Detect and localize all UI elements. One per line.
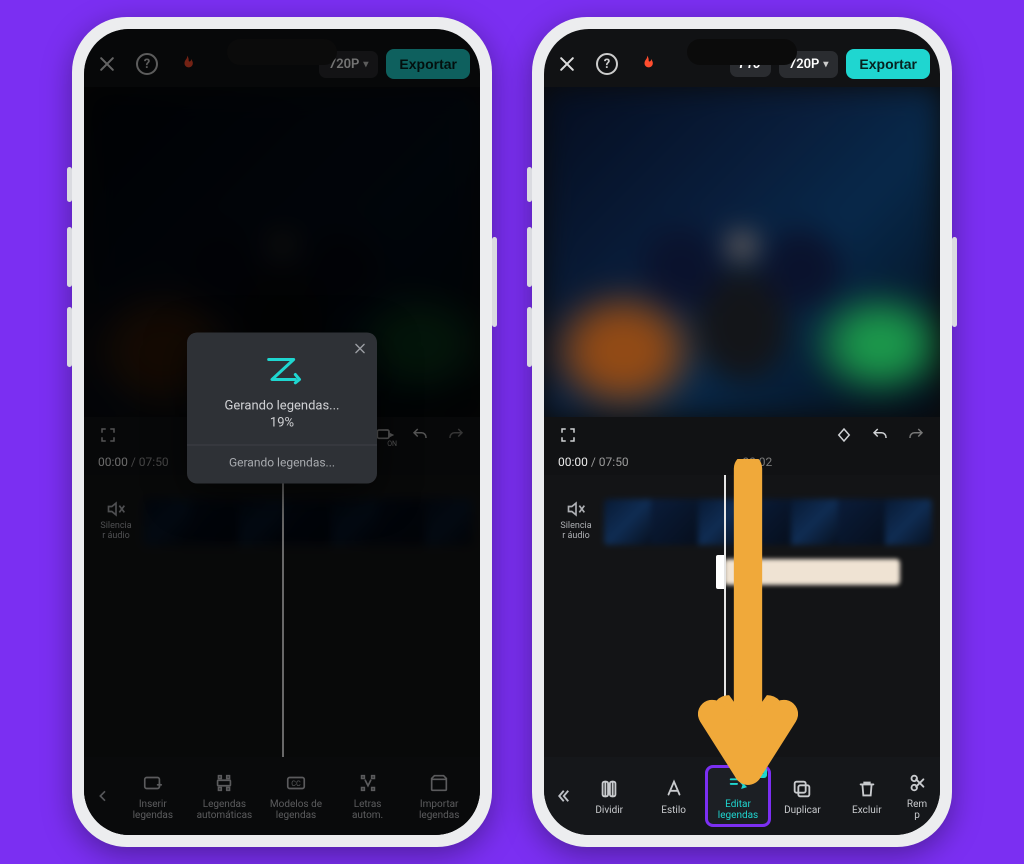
preview-controls bbox=[544, 417, 940, 453]
resolution-chip[interactable]: 720P bbox=[779, 51, 839, 78]
screen-right: ? Pro 720P Exportar bbox=[544, 29, 940, 835]
flame-icon[interactable] bbox=[634, 51, 660, 77]
keyframe-icon[interactable] bbox=[834, 425, 854, 445]
generating-captions-modal: Gerando legendas... 19% Gerando legendas… bbox=[187, 332, 377, 483]
style-icon bbox=[662, 777, 686, 801]
side-button bbox=[527, 227, 532, 287]
caption-track[interactable] bbox=[724, 559, 900, 585]
tool-duplicar[interactable]: Duplicar bbox=[771, 773, 833, 820]
side-button bbox=[527, 167, 532, 202]
screen-left: ? 720P Exportar bbox=[84, 29, 480, 835]
mute-audio-button[interactable]: Silencia r áudio bbox=[554, 499, 598, 541]
modal-close-icon[interactable] bbox=[353, 340, 367, 359]
modal-progress-percent: 19% bbox=[201, 415, 363, 430]
side-button bbox=[67, 227, 72, 287]
tool-estilo[interactable]: Estilo bbox=[642, 773, 704, 820]
undo-icon[interactable] bbox=[870, 425, 890, 445]
time-total: 07:50 bbox=[599, 455, 629, 469]
redo-icon[interactable] bbox=[906, 425, 926, 445]
modal-subtext: Gerando legendas... bbox=[201, 455, 363, 469]
remove-icon bbox=[905, 771, 929, 795]
phone-right: ? Pro 720P Exportar bbox=[532, 17, 952, 847]
time-current: 00:00 bbox=[558, 455, 588, 469]
side-button bbox=[952, 237, 957, 327]
back-icon[interactable] bbox=[550, 771, 576, 821]
pro-badge[interactable]: Pro bbox=[730, 52, 771, 77]
help-icon[interactable]: ? bbox=[594, 51, 620, 77]
export-button[interactable]: Exportar bbox=[846, 49, 930, 79]
phone-left: ? 720P Exportar bbox=[72, 17, 492, 847]
app-logo-icon bbox=[262, 354, 302, 384]
side-button bbox=[67, 167, 72, 202]
top-bar: ? Pro 720P Exportar bbox=[544, 29, 940, 81]
playhead[interactable] bbox=[724, 475, 726, 757]
new-badge: New bbox=[745, 767, 767, 778]
close-icon[interactable] bbox=[554, 51, 580, 77]
tool-remover[interactable]: Rem p bbox=[900, 767, 934, 825]
tool-editar-legendas[interactable]: New Editar legendas bbox=[707, 767, 769, 825]
fullscreen-icon[interactable] bbox=[558, 425, 578, 445]
bottom-toolbar: Dividir Estilo New Editar legendas Dupl bbox=[544, 757, 940, 835]
side-button bbox=[527, 307, 532, 367]
timeline[interactable]: Silencia r áudio bbox=[544, 475, 940, 757]
time-marker: 00:02 bbox=[669, 455, 846, 469]
delete-icon bbox=[855, 777, 879, 801]
preview-thumbnail bbox=[544, 87, 940, 417]
duplicate-icon bbox=[790, 777, 814, 801]
split-icon bbox=[597, 777, 621, 801]
tool-excluir[interactable]: Excluir bbox=[836, 773, 898, 820]
modal-status-text: Gerando legendas... bbox=[201, 398, 363, 413]
side-button bbox=[67, 307, 72, 367]
clip-thumbnails[interactable] bbox=[604, 499, 932, 545]
side-button bbox=[492, 237, 497, 327]
time-row: 00:00 / 07:50 00:02 bbox=[544, 453, 940, 475]
video-preview bbox=[544, 87, 940, 417]
tool-dividir[interactable]: Dividir bbox=[578, 773, 640, 820]
modal-divider bbox=[187, 444, 377, 445]
